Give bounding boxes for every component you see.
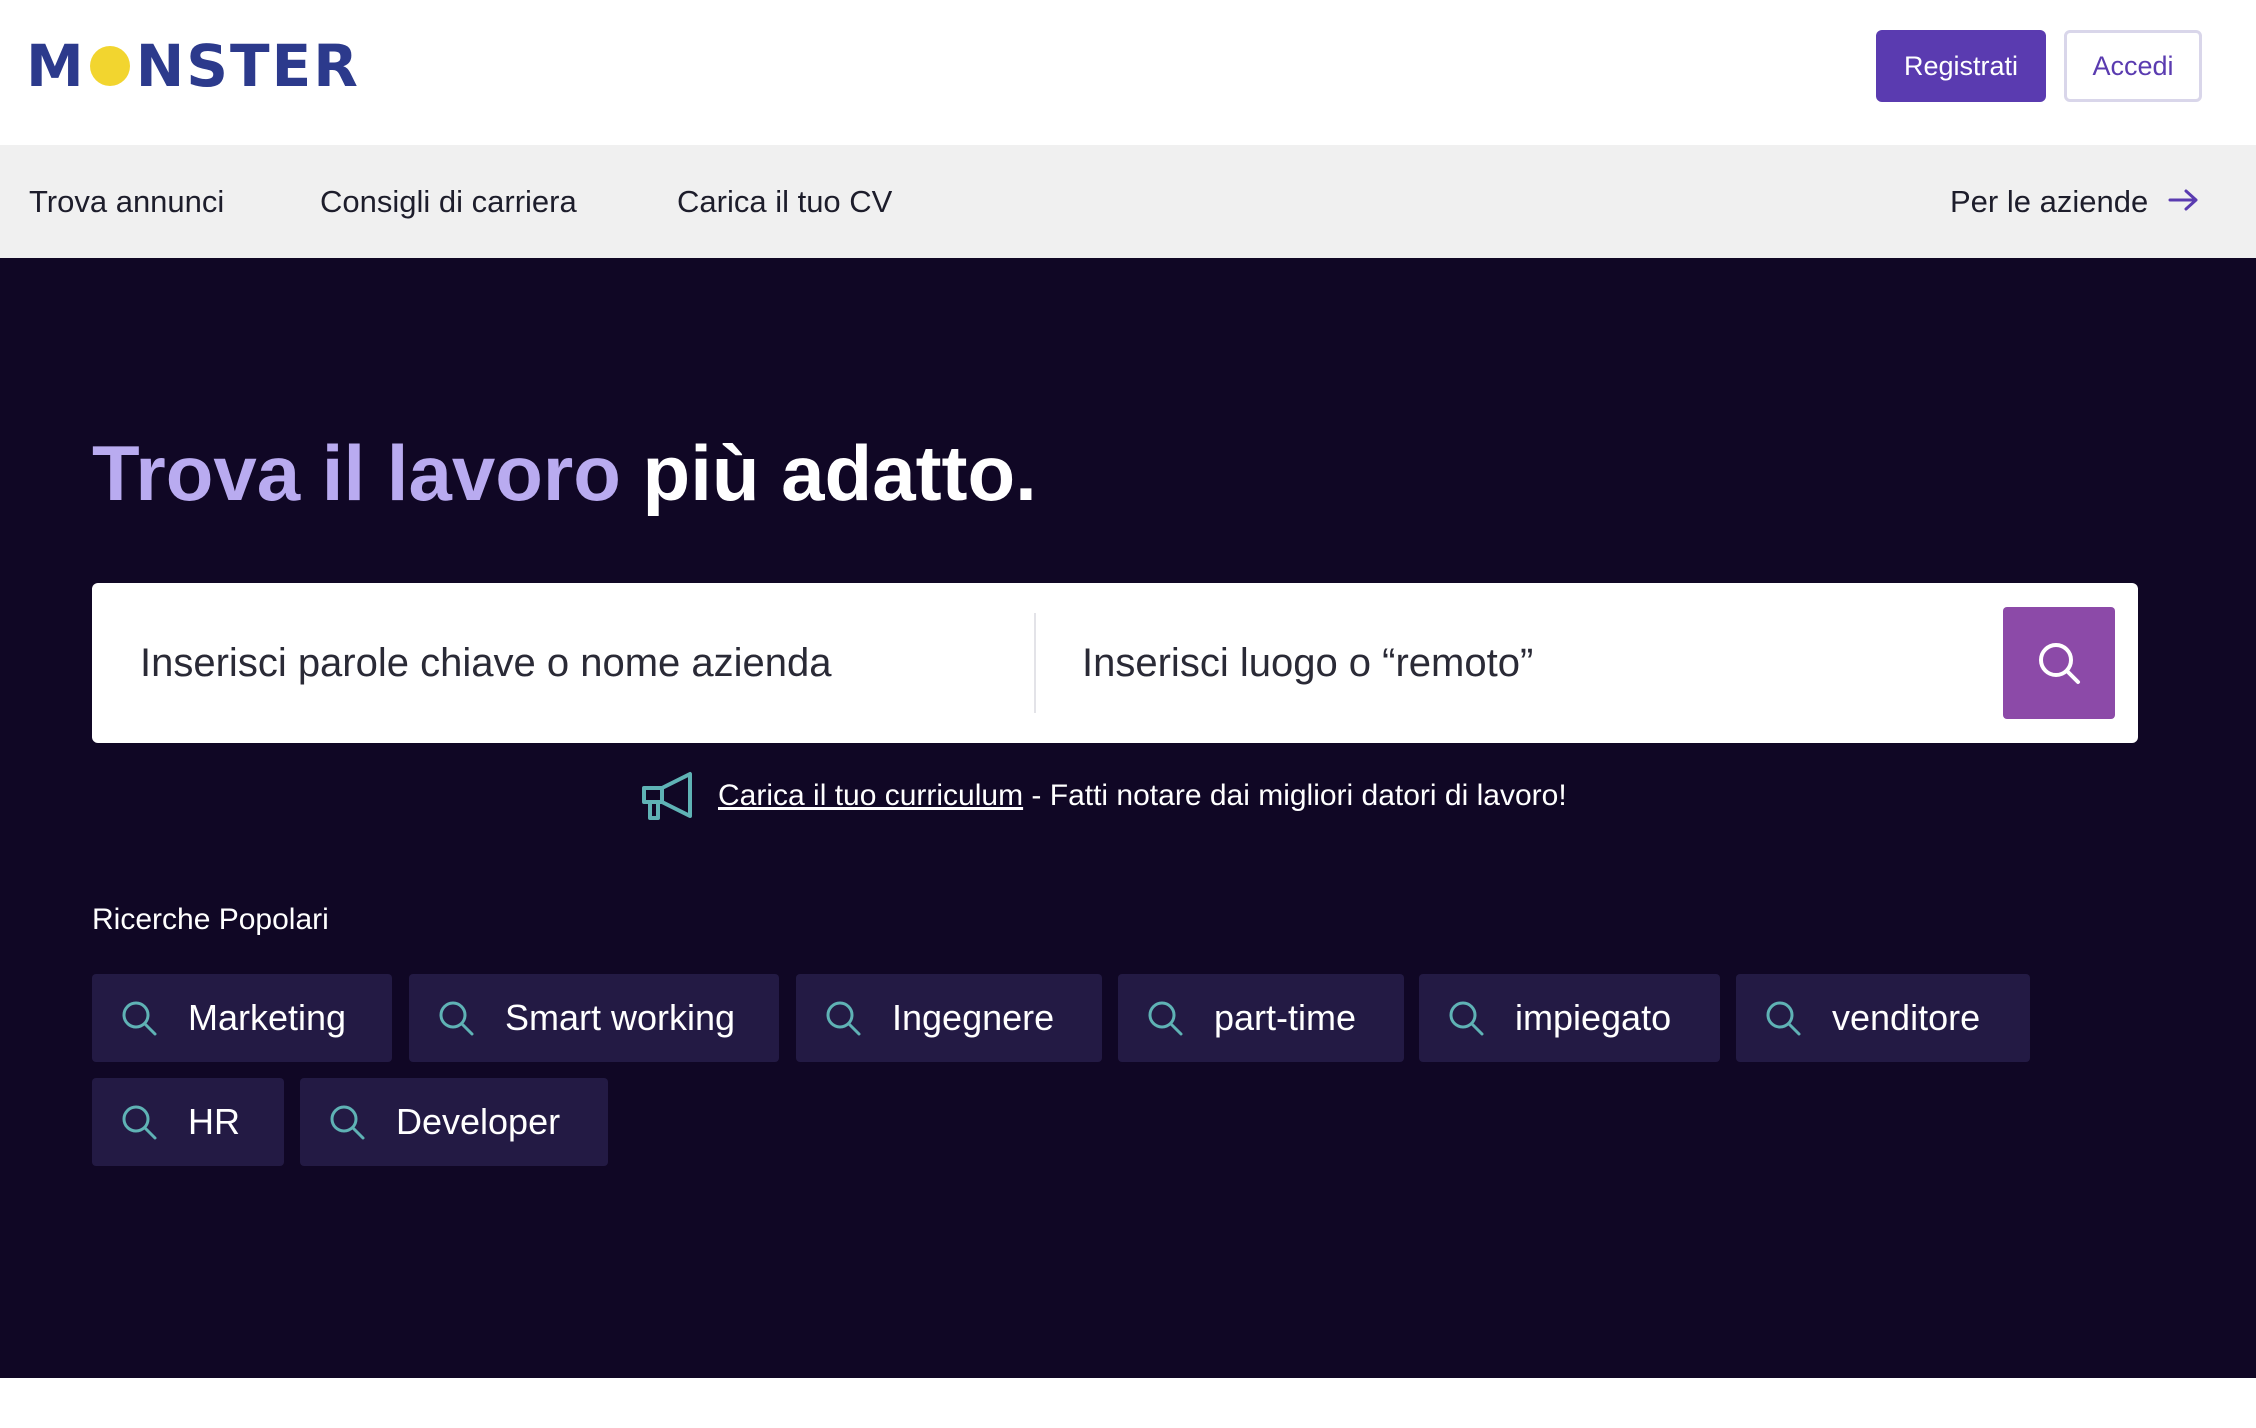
logo-letter-m: M xyxy=(26,32,86,100)
popular-searches-title: Ricerche Popolari xyxy=(92,903,329,936)
logo-yellow-dot xyxy=(89,46,130,86)
nav-item-for-companies[interactable]: Per le aziende xyxy=(1950,145,2200,258)
job-search-form xyxy=(92,583,2138,743)
search-icon xyxy=(2039,643,2080,684)
search-button[interactable] xyxy=(2003,607,2115,719)
chip-label: impiegato xyxy=(1515,997,1672,1038)
chip-label: venditore xyxy=(1832,997,1981,1038)
headline-main: più adatto. xyxy=(642,429,1037,517)
chip-label: Ingegnere xyxy=(892,997,1055,1038)
upload-cv-link[interactable]: Carica il tuo curriculum xyxy=(718,779,1023,813)
popular-search-chip[interactable]: Smart working xyxy=(409,974,779,1062)
register-button[interactable]: Registrati xyxy=(1876,30,2046,102)
popular-search-chip[interactable]: part-time xyxy=(1118,974,1404,1062)
main-nav: Trova annunci Consigli di carriera Caric… xyxy=(0,145,2256,258)
chip-label: Marketing xyxy=(188,997,347,1038)
location-search-input[interactable] xyxy=(1082,583,1982,743)
search-icon xyxy=(120,999,158,1037)
search-icon xyxy=(328,1103,366,1141)
search-divider xyxy=(1034,613,1036,713)
login-button[interactable]: Accedi xyxy=(2064,30,2202,102)
cv-upload-promo: Carica il tuo curriculum - Fatti notare … xyxy=(640,766,1567,826)
top-header: M NSTER Registrati Accedi xyxy=(0,0,2256,145)
keyword-search-input[interactable] xyxy=(140,583,1010,743)
popular-search-chip[interactable]: Ingegnere xyxy=(796,974,1102,1062)
headline-accent: Trova il lavoro xyxy=(92,429,621,517)
search-icon xyxy=(1764,999,1802,1037)
monster-logo[interactable]: M NSTER xyxy=(26,36,360,96)
search-icon xyxy=(1447,999,1485,1037)
page-bottom-area xyxy=(0,1378,2256,1428)
popular-search-chip[interactable]: HR xyxy=(92,1078,284,1166)
nav-item-for-companies-label: Per le aziende xyxy=(1950,183,2149,219)
chip-label: Developer xyxy=(396,1101,561,1142)
nav-item-career-advice[interactable]: Consigli di carriera xyxy=(320,145,577,258)
megaphone-icon xyxy=(640,770,698,822)
popular-search-chip[interactable]: impiegato xyxy=(1419,974,1720,1062)
search-icon xyxy=(824,999,862,1037)
popular-search-chip[interactable]: Marketing xyxy=(92,974,392,1062)
search-icon xyxy=(1146,999,1184,1037)
hero-section: Trova il lavoro più adatto. Carica il tu… xyxy=(0,258,2256,1378)
chip-label: HR xyxy=(188,1101,240,1142)
hero-headline: Trova il lavoro più adatto. xyxy=(92,428,1037,519)
popular-search-chip[interactable]: venditore xyxy=(1736,974,2030,1062)
arrow-right-icon xyxy=(2168,185,2200,219)
logo-letters: NSTER xyxy=(135,32,360,100)
search-icon xyxy=(120,1103,158,1141)
chip-label: part-time xyxy=(1214,997,1357,1038)
chip-label: Smart working xyxy=(505,997,736,1038)
nav-item-upload-cv[interactable]: Carica il tuo CV xyxy=(677,145,892,258)
search-icon xyxy=(437,999,475,1037)
popular-search-chip[interactable]: Developer xyxy=(300,1078,608,1166)
cv-promo-text: - Fatti notare dai migliori datori di la… xyxy=(1023,779,1567,812)
nav-item-find-jobs[interactable]: Trova annunci xyxy=(29,145,224,258)
